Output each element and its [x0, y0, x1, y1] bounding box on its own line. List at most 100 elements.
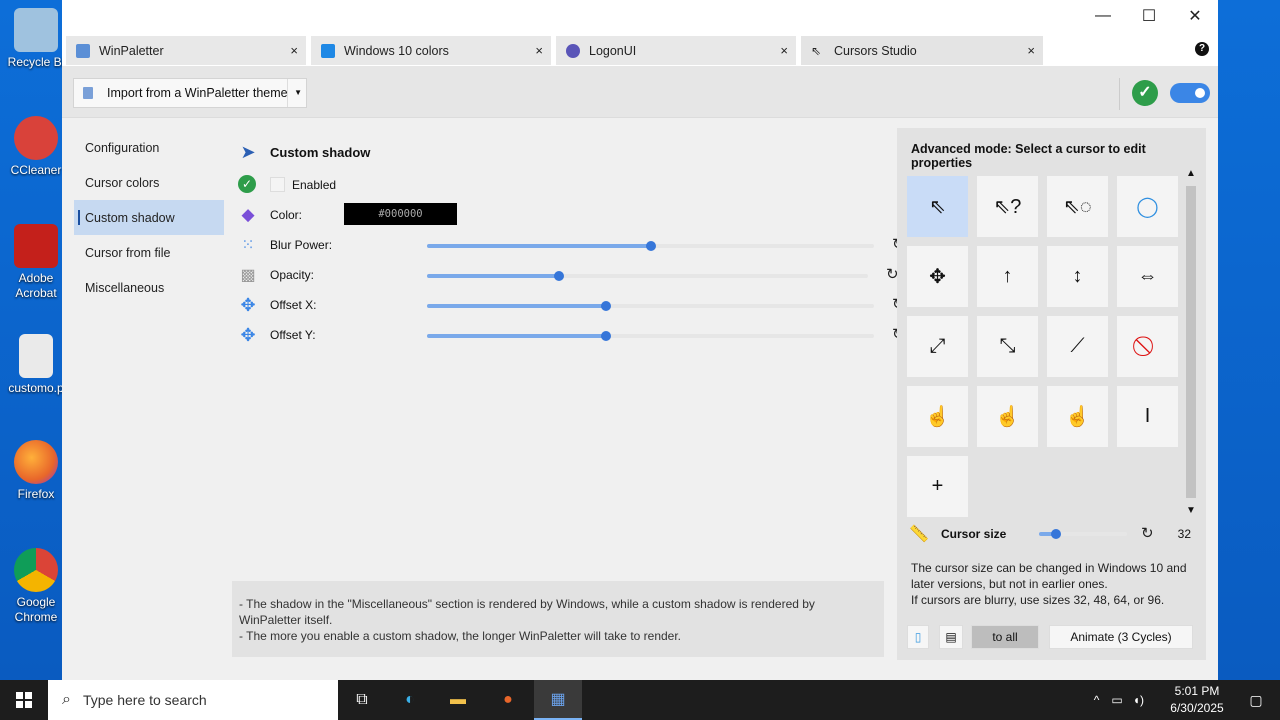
nav-item-configuration[interactable]: Configuration — [74, 130, 224, 165]
check-icon: ✓ — [238, 175, 256, 193]
slider-thumb[interactable] — [600, 331, 611, 341]
task-view-button[interactable]: ⧉ — [338, 680, 386, 720]
cursor-cell-busy[interactable]: ◯ — [1117, 176, 1178, 237]
cursor-cell-location-select[interactable]: ☝ — [977, 386, 1038, 447]
cursor-cell-person-select[interactable]: ☝ — [1047, 386, 1108, 447]
vertical-resize-cursor-icon: ↕ — [1072, 265, 1083, 287]
edge-button[interactable]: ◐ — [386, 680, 434, 720]
nav-item-cursor-colors[interactable]: Cursor colors — [74, 165, 224, 200]
tab-close-icon[interactable]: × — [780, 43, 788, 58]
cursor-size-slider[interactable] — [1039, 529, 1127, 539]
move-icon: ✥ — [240, 294, 256, 315]
animate-button[interactable]: Animate (3 Cycles) — [1049, 625, 1193, 649]
slider-label: Opacity: — [270, 268, 315, 282]
chevron-down-icon[interactable]: ▼ — [294, 88, 302, 97]
import-theme-label: Import from a WinPaletter theme — [107, 86, 288, 100]
opacity-icon: ▩ — [240, 267, 256, 284]
color-swatch[interactable]: #000000 — [344, 203, 457, 225]
taskbar-search[interactable]: ⌕ Type here to search — [48, 680, 338, 720]
tab-winpaletter[interactable]: WinPaletter × — [66, 36, 306, 65]
cursor-cell-horizontal-resize[interactable]: ⇔ — [1117, 246, 1178, 307]
tab-cursors-studio[interactable]: ⇖ Cursors Studio × — [801, 36, 1043, 65]
check-icon[interactable]: ✓ — [1132, 80, 1158, 106]
winpaletter-taskbar-button[interactable]: ▦ — [534, 680, 582, 720]
color-label: Color: — [270, 208, 303, 222]
nav-item-label: Configuration — [85, 140, 160, 155]
firefox-button[interactable]: ● — [484, 680, 532, 720]
help-icon[interactable]: ? — [1195, 42, 1209, 56]
blur-icon: ⁙ — [241, 237, 255, 254]
scrollbar[interactable]: ▲ ▼ — [1184, 168, 1198, 516]
paste-button[interactable]: ▤ — [939, 625, 963, 649]
copy-button[interactable]: ▯ — [907, 625, 929, 649]
search-placeholder: Type here to search — [82, 692, 207, 708]
scroll-down-icon[interactable]: ▼ — [1186, 505, 1196, 516]
start-button[interactable] — [0, 680, 48, 720]
notification-button[interactable]: ▢ — [1232, 680, 1280, 720]
cursor-arrow-icon: ➤ — [240, 141, 256, 162]
maximize-button[interactable]: ☐ — [1126, 0, 1172, 32]
shadow-info-note: - The shadow in the "Miscellaneous" sect… — [232, 581, 884, 657]
slider-thumb[interactable] — [1050, 529, 1061, 539]
tab-close-icon[interactable]: × — [290, 43, 298, 58]
windows-logo-icon — [16, 692, 32, 708]
file-explorer-button[interactable]: ▬ — [434, 680, 482, 720]
nav-item-label: Custom shadow — [85, 210, 175, 225]
slider-thumb[interactable] — [645, 241, 656, 251]
cursor-cell-diagonal-resize-1[interactable]: ⤢ — [907, 316, 968, 377]
opacity-row: ▩ Opacity: ↻ 30 — [232, 263, 938, 287]
offset-x-slider[interactable] — [427, 301, 874, 311]
help-line: The cursor size can be changed in Window… — [911, 561, 1187, 591]
cursor-cell-vertical-resize[interactable]: ↕ — [1047, 246, 1108, 307]
tab-windows-10-colors[interactable]: Windows 10 colors × — [311, 36, 551, 65]
divider — [287, 79, 288, 107]
enable-toggle[interactable] — [1170, 83, 1210, 103]
cursor-cell-precision-select[interactable]: ⟋ — [1047, 316, 1108, 377]
tray-chevron-icon[interactable]: ^ — [1094, 693, 1100, 707]
cursor-icon: ⇖ — [811, 43, 822, 58]
volume-icon[interactable]: ◖) — [1133, 693, 1144, 707]
search-icon: ⌕ — [62, 691, 71, 708]
minimize-button[interactable]: — — [1080, 0, 1126, 32]
diagonal-resize-1-cursor-icon: ⤢ — [929, 335, 946, 357]
image-file-icon — [19, 334, 53, 378]
cursor-cell-unavailable[interactable]: ⃠ — [1117, 316, 1178, 377]
cursor-cell-text-select[interactable]: I — [1117, 386, 1178, 447]
slider-thumb[interactable] — [554, 271, 565, 281]
tab-close-icon[interactable]: × — [1027, 43, 1035, 58]
opacity-slider[interactable] — [427, 271, 868, 281]
working-in-background-cursor-icon: ⇖◌ — [1063, 196, 1092, 218]
cursor-cell-normal-select[interactable]: ⇖ — [907, 176, 968, 237]
cursor-cell-diagonal-resize-2[interactable]: ⤡ — [977, 316, 1038, 377]
import-theme-button[interactable]: Import from a WinPaletter theme ▼ — [73, 78, 307, 108]
cursor-cell-move[interactable]: ✥ — [907, 246, 968, 307]
offset-y-slider[interactable] — [427, 331, 874, 341]
scrollbar-thumb[interactable] — [1186, 186, 1196, 498]
horizontal-resize-cursor-icon: ⇔ — [1137, 265, 1158, 287]
nav-item-miscellaneous[interactable]: Miscellaneous — [74, 270, 224, 305]
tab-close-icon[interactable]: × — [535, 43, 543, 58]
network-icon[interactable]: ▭ — [1111, 693, 1122, 707]
cursor-cell-alternate-select[interactable]: ↑ — [977, 246, 1038, 307]
close-button[interactable]: ✕ — [1172, 0, 1218, 32]
slider-thumb[interactable] — [600, 301, 611, 311]
reset-icon[interactable]: ↻ — [1141, 524, 1154, 542]
busy-cursor-icon: ◯ — [1136, 196, 1159, 218]
minimize-icon: — — [1095, 7, 1111, 24]
tab-logonui[interactable]: LogonUI × — [556, 36, 796, 65]
taskbar: ⌕ Type here to search ⧉ ◐ ▬ ● ▦ ^ ▭ ◖) 5… — [0, 680, 1280, 720]
cursor-cell-link-select[interactable]: ☝ — [907, 386, 968, 447]
tab-label: Cursors Studio — [834, 43, 917, 58]
recycle-bin-icon — [14, 8, 58, 52]
apply-to-all-button[interactable]: to all — [971, 625, 1039, 649]
clock[interactable]: 5:01 PM 6/30/2025 — [1162, 683, 1232, 717]
alternate-select-cursor-icon: ↑ — [1002, 265, 1013, 287]
scroll-up-icon[interactable]: ▲ — [1186, 168, 1196, 179]
enabled-checkbox[interactable] — [270, 177, 285, 192]
cursor-cell-help-select[interactable]: ⇖? — [977, 176, 1038, 237]
cursor-cell-crosshair[interactable]: + — [907, 456, 968, 517]
blur-power-slider[interactable] — [427, 241, 874, 251]
nav-item-cursor-from-file[interactable]: Cursor from file — [74, 235, 224, 270]
cursor-cell-working-in-background[interactable]: ⇖◌ — [1047, 176, 1108, 237]
nav-item-custom-shadow[interactable]: Custom shadow — [74, 200, 224, 235]
